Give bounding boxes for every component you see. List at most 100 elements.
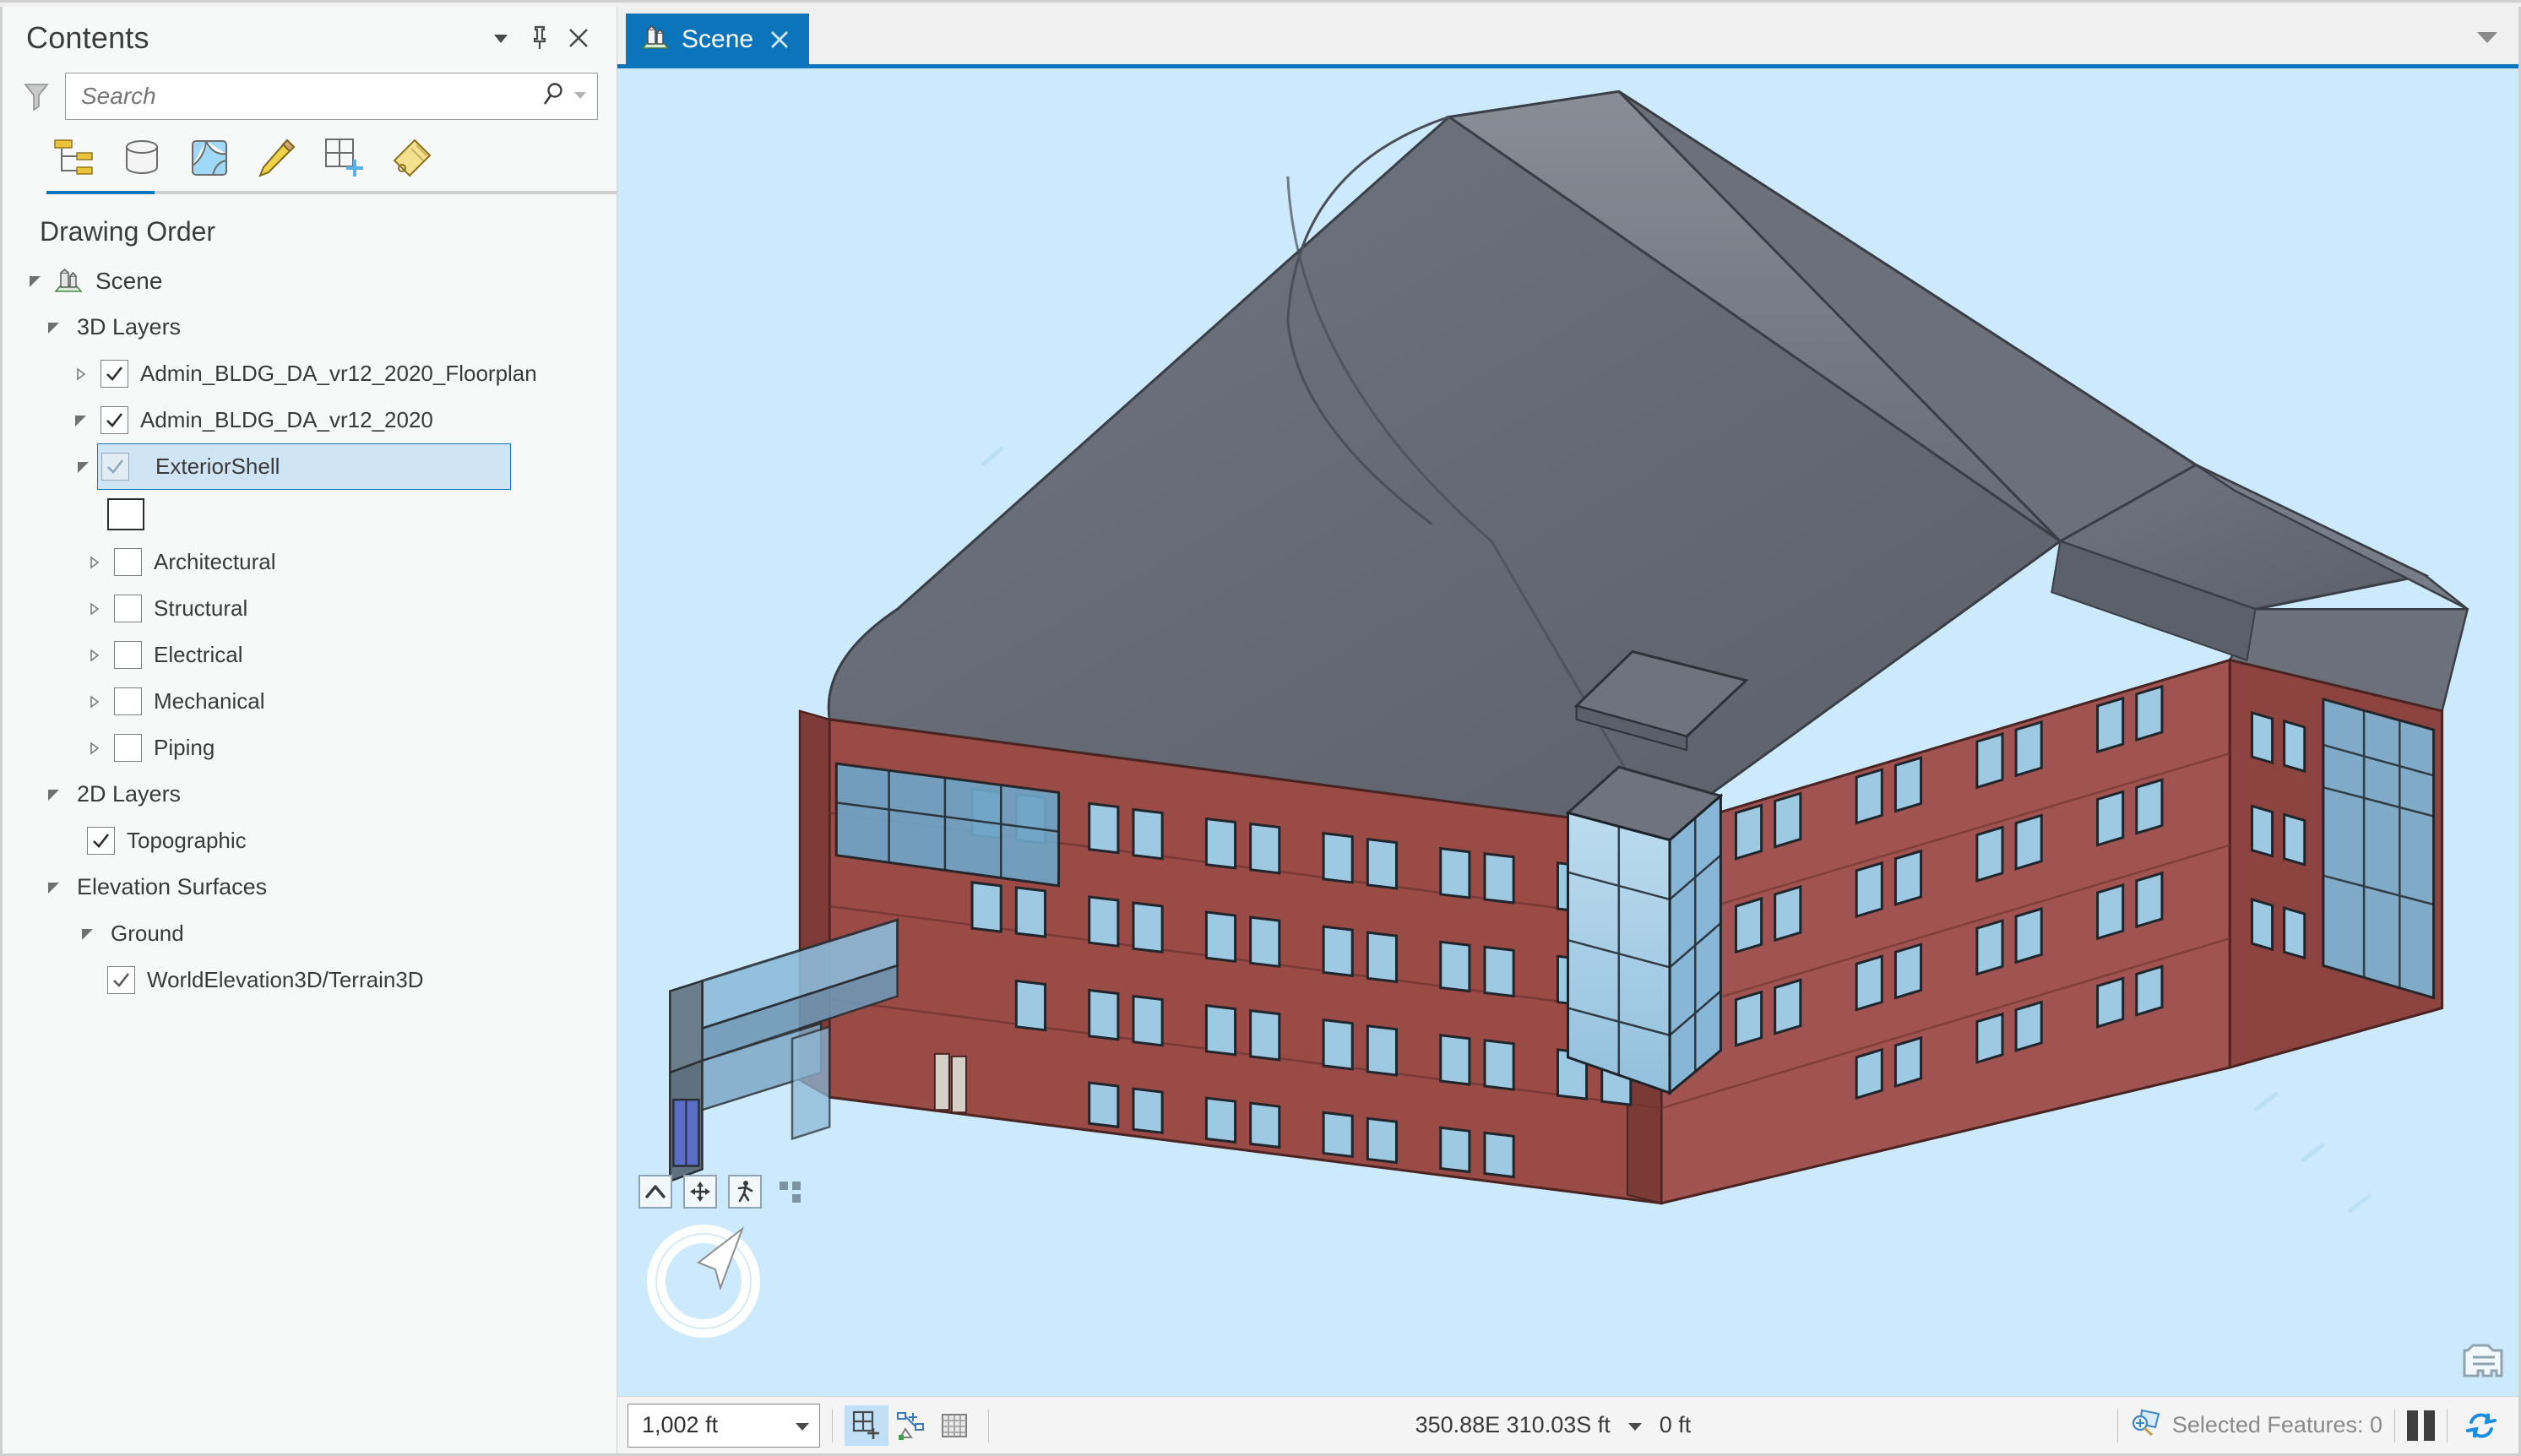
nav-more-dots-icon[interactable] [780, 1182, 810, 1203]
scene-3d-view[interactable] [617, 68, 2518, 1396]
search-icon[interactable] [541, 81, 567, 112]
document-overview-icon[interactable] [2454, 1339, 2510, 1386]
search-options-caret-icon[interactable] [572, 86, 589, 107]
grid-plus-icon[interactable] [317, 132, 372, 184]
scale-value: 1,002 ft [642, 1412, 718, 1438]
tree-group-elevation-surfaces[interactable]: Elevation Surfaces [3, 864, 617, 910]
tree-item-label: Structural [142, 595, 247, 622]
chevron-right-icon[interactable] [84, 644, 106, 666]
tree-item-admin-bldg[interactable]: Admin_BLDG_DA_vr12_2020 [3, 397, 617, 443]
expander-icon[interactable] [73, 456, 95, 478]
tree-item-label: Admin_BLDG_DA_vr12_2020_Floorplan [128, 361, 537, 387]
grid-toggle-button[interactable] [932, 1405, 976, 1446]
tree-group-3d-layers[interactable]: 3D Layers [3, 304, 617, 350]
drawing-order-icon[interactable] [46, 132, 102, 184]
walking-person-icon[interactable] [728, 1175, 762, 1209]
tree-item-label: Architectural [142, 549, 276, 575]
snapping-toggle-button[interactable] [845, 1405, 888, 1446]
chevron-up-icon[interactable] [638, 1175, 672, 1209]
layer-visibility-checkbox[interactable] [101, 453, 129, 481]
caret-down-icon[interactable] [1626, 1412, 1644, 1438]
tree-item-worldelevation3d[interactable]: WorldElevation3D/Terrain3D [3, 957, 617, 1003]
tree-item-label: Scene [84, 268, 162, 295]
window-top-strip [0, 0, 2521, 7]
search-row [3, 69, 617, 120]
tree-item-label: ExteriorShell [144, 454, 280, 480]
search-input[interactable] [81, 83, 541, 110]
expander-icon[interactable] [70, 410, 92, 432]
divider [2394, 1409, 2395, 1442]
funnel-icon[interactable] [19, 78, 53, 115]
view-tabbar: Scene [617, 7, 2518, 66]
layer-visibility-checkbox[interactable] [101, 360, 128, 388]
scene-icon [53, 267, 84, 296]
chevron-right-icon[interactable] [84, 551, 106, 573]
chevron-down-icon[interactable] [2475, 29, 2500, 50]
tree-item-exteriorshell[interactable]: ExteriorShell [97, 443, 511, 490]
contents-view-tabs [3, 120, 617, 184]
layer-visibility-checkbox[interactable] [114, 687, 142, 715]
search-box[interactable] [65, 73, 598, 120]
expander-icon[interactable] [43, 317, 65, 339]
tree-item-floorplan[interactable]: Admin_BLDG_DA_vr12_2020_Floorplan [3, 350, 617, 397]
arcgis-pro-window: Contents [0, 0, 2521, 1456]
dot [792, 1194, 801, 1203]
caret-down-icon[interactable] [481, 19, 520, 57]
divider [988, 1409, 989, 1442]
layer-visibility-checkbox[interactable] [101, 406, 128, 434]
chevron-right-icon[interactable] [84, 691, 106, 713]
tree-group-2d-layers[interactable]: 2D Layers [3, 771, 617, 818]
tab-label: Scene [682, 25, 753, 54]
elevation-value: 0 ft [1660, 1412, 1692, 1438]
layer-visibility-checkbox[interactable] [87, 827, 115, 855]
expander-icon[interactable] [77, 923, 99, 945]
tab-scene[interactable]: Scene [626, 14, 809, 66]
caret-down-icon[interactable] [794, 1412, 811, 1438]
pin-icon[interactable] [520, 19, 559, 57]
dot [780, 1182, 788, 1190]
tree-item-topographic[interactable]: Topographic [3, 818, 617, 864]
pause-icon[interactable] [2407, 1410, 2435, 1441]
pencil-icon[interactable] [249, 132, 305, 184]
tree-item-structural[interactable]: Structural [3, 585, 617, 632]
refresh-icon[interactable] [2459, 1405, 2503, 1446]
layer-visibility-checkbox[interactable] [114, 734, 142, 762]
pause-bar [2424, 1410, 2435, 1441]
tree-item-ground[interactable]: Ground [3, 910, 617, 957]
chevron-right-icon[interactable] [70, 363, 92, 385]
transform-button[interactable] [888, 1405, 932, 1446]
selected-features-status[interactable]: Selected Features: 0 [2130, 1407, 2382, 1443]
pause-bar [2407, 1410, 2418, 1441]
tree-item-electrical[interactable]: Electrical [3, 632, 617, 678]
tree-item-scene[interactable]: Scene [3, 258, 617, 304]
symbol-swatch[interactable] [107, 498, 144, 530]
layer-symbol-row [3, 490, 617, 539]
tree-item-mechanical[interactable]: Mechanical [3, 678, 617, 725]
layer-visibility-checkbox[interactable] [114, 595, 142, 622]
chevron-right-icon[interactable] [84, 598, 106, 620]
tree-item-label: Mechanical [142, 688, 265, 714]
tree-item-label: Ground [99, 921, 184, 947]
navigator-compass[interactable] [636, 1210, 771, 1345]
close-icon[interactable] [559, 19, 598, 57]
select-features-icon [2130, 1407, 2162, 1443]
expander-icon[interactable] [43, 877, 65, 899]
chevron-right-icon[interactable] [84, 737, 106, 759]
map-layer-icon[interactable] [182, 132, 237, 184]
database-icon[interactable] [114, 132, 170, 184]
expander-icon[interactable] [43, 784, 65, 806]
tree-item-architectural[interactable]: Architectural [3, 539, 617, 585]
contents-pane-header: Contents [3, 7, 617, 69]
divider [832, 1409, 833, 1442]
label-tag-icon[interactable] [384, 132, 440, 184]
layer-visibility-checkbox[interactable] [114, 548, 142, 576]
page-title: Contents [26, 20, 481, 56]
layer-visibility-checkbox[interactable] [107, 966, 135, 994]
four-arrows-icon[interactable] [683, 1175, 717, 1209]
expander-icon[interactable] [24, 270, 46, 292]
layer-visibility-checkbox[interactable] [114, 641, 142, 669]
scale-select[interactable]: 1,002 ft [628, 1404, 820, 1448]
tree-item-label: Topographic [115, 828, 247, 854]
tree-item-piping[interactable]: Piping [3, 725, 617, 771]
close-icon[interactable] [765, 25, 794, 54]
